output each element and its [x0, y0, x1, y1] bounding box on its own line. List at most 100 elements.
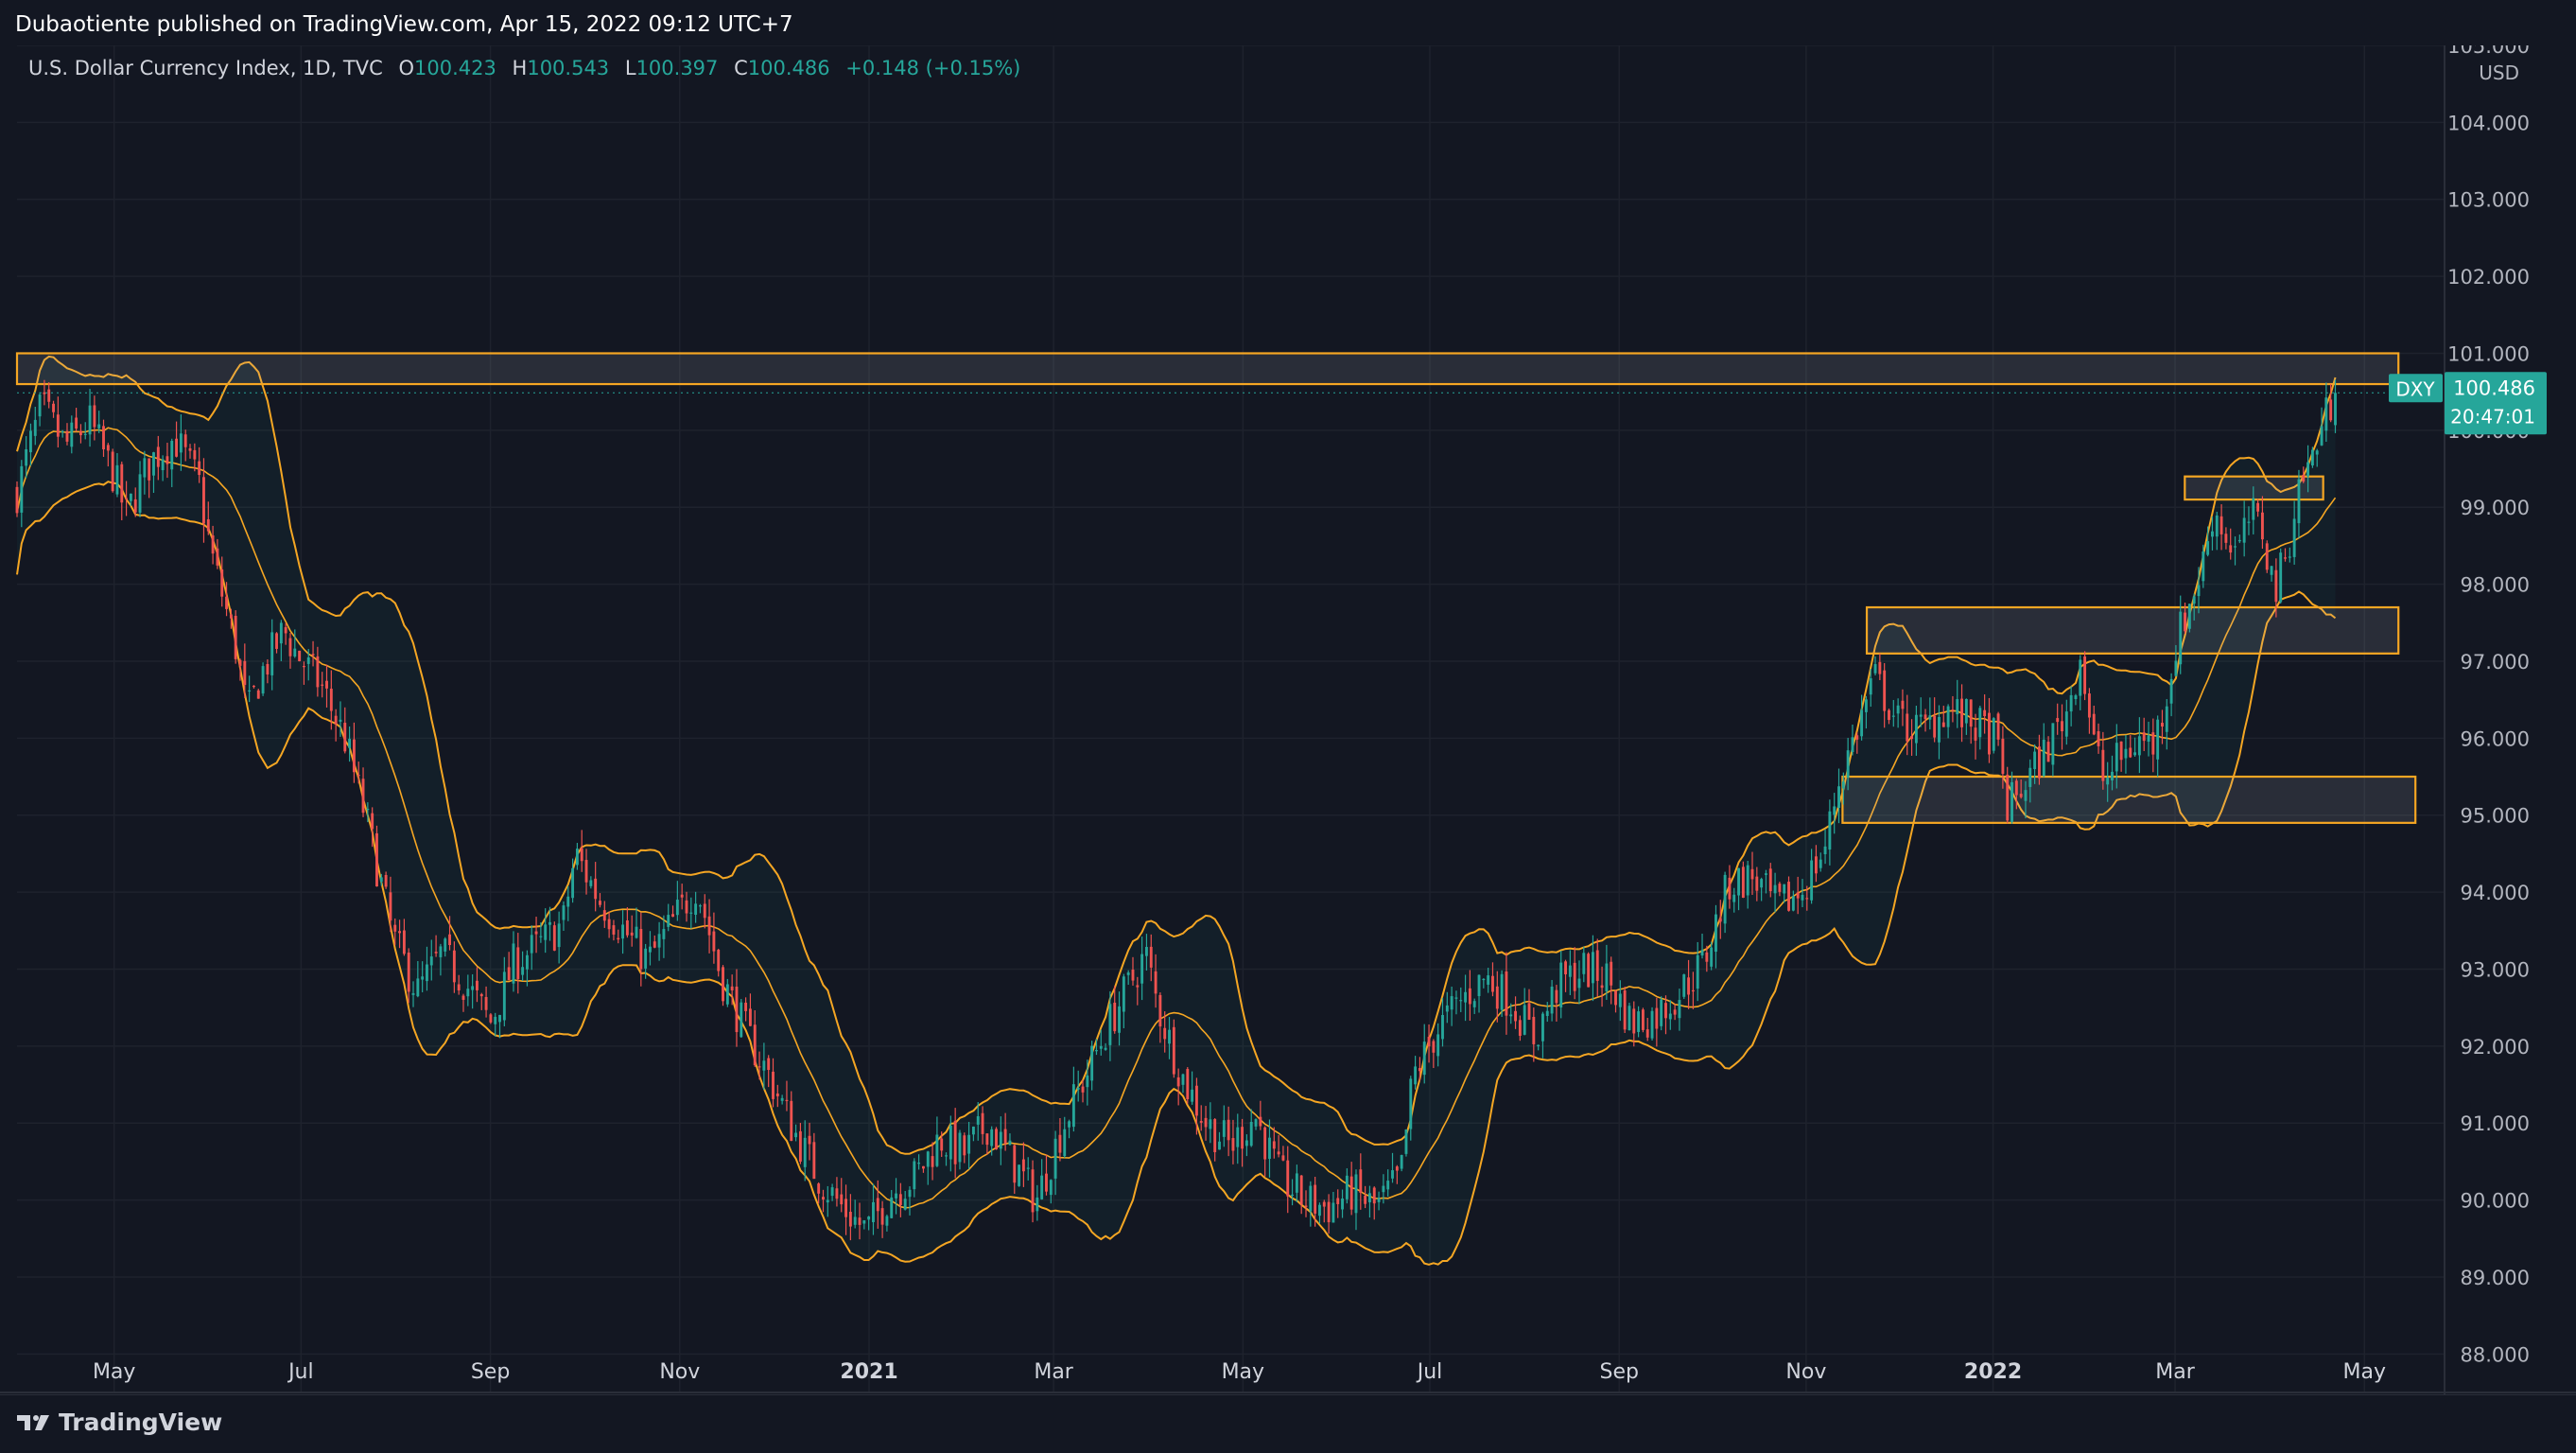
symbol-name: U.S. Dollar Currency Index, 1D, TVC [28, 57, 383, 79]
candle [1741, 861, 1745, 899]
low-value: 100.397 [635, 57, 719, 79]
candle [722, 965, 724, 1007]
price-tick-label: 88.000 [2461, 1343, 2530, 1366]
candle [261, 662, 265, 696]
price-tick-label: 96.000 [2461, 727, 2530, 750]
bar-countdown: 20:47:01 [2450, 405, 2535, 428]
candle [234, 610, 237, 664]
candle [1031, 1160, 1035, 1223]
candle [1299, 1175, 1303, 1215]
candle [740, 998, 743, 1039]
candle [111, 448, 114, 493]
candle [935, 1116, 939, 1167]
time-tick-label: Sep [1599, 1360, 1638, 1384]
candle [2310, 446, 2314, 468]
ticker-text: DXY [2395, 377, 2435, 400]
time-tick-label: Jul [287, 1360, 314, 1384]
close-label: C [734, 57, 748, 79]
currency-label: USD [2479, 61, 2519, 84]
candle [489, 1013, 493, 1024]
candle [1400, 1154, 1403, 1172]
footer-bar: TradingView [0, 1394, 2576, 1453]
change-value: +0.148 (+0.15%) [845, 57, 1021, 79]
price-zone[interactable] [15, 352, 2400, 386]
candle [1414, 1056, 1418, 1090]
candle [1071, 1066, 1075, 1132]
candle [2320, 407, 2324, 446]
time-tick-label: 2021 [840, 1360, 897, 1384]
candle [2006, 766, 2010, 824]
price-tick-label: 103.000 [2447, 189, 2530, 212]
price-tick-label: 93.000 [2461, 958, 2530, 981]
candle [1186, 1067, 1190, 1104]
price-tick-label: 92.000 [2461, 1036, 2530, 1059]
candle [375, 825, 378, 887]
candle [1851, 724, 1854, 756]
candle [1627, 1003, 1631, 1031]
candle [298, 650, 302, 662]
candle [1992, 717, 1995, 754]
open-value: 100.423 [414, 57, 496, 79]
price-tick-label: 95.000 [2461, 805, 2530, 828]
price-tick-label: 89.000 [2461, 1267, 2530, 1289]
price-tag-value: 100.486 [2453, 376, 2535, 399]
price-tick-label: 99.000 [2461, 497, 2530, 519]
publisher-text: Dubaotiente published on TradingView.com… [15, 12, 793, 37]
candle [1787, 876, 1790, 912]
time-tick-label: Nov [659, 1360, 700, 1384]
price-chart[interactable]: 88.000 89.000 90.000 91.000 92.000 93.000 94.0… [0, 0, 2576, 1453]
candle [1682, 973, 1686, 1000]
candle [2187, 604, 2191, 633]
price-tick-label: 94.000 [2461, 882, 2530, 904]
price-axis[interactable]: 88.000 89.000 90.000 91.000 92.000 93.000 94.0… [2444, 0, 2576, 1394]
low-label: L [624, 57, 636, 79]
time-tick-label: Mar [2155, 1360, 2195, 1384]
candle [995, 1127, 998, 1150]
time-tick-label: Nov [1785, 1360, 1826, 1384]
price-tick-label: 102.000 [2447, 266, 2530, 289]
time-tick-label: May [93, 1360, 135, 1384]
price-tick-label: 98.000 [2461, 574, 2530, 597]
candle [2302, 466, 2306, 483]
tradingview-logo[interactable]: TradingView [15, 1409, 222, 1436]
price-zone[interactable] [1841, 775, 2417, 824]
candle [1623, 986, 1627, 1034]
high-label: H [512, 57, 528, 79]
close-value: 100.486 [747, 57, 830, 79]
candle [552, 921, 556, 952]
time-tick-label: Sep [471, 1360, 510, 1384]
price-tick-label: 91.000 [2461, 1112, 2530, 1135]
candle [1422, 1024, 1426, 1084]
candle [1404, 1129, 1408, 1157]
brand-name: TradingView [59, 1409, 223, 1436]
candle [1172, 1019, 1175, 1078]
time-axis[interactable]: May Jul Sep Nov 2021 Mar May Jul Sep Nov 2022 Mar Ma… [0, 1360, 2576, 1393]
symbol-legend: U.S. Dollar Currency Index, 1D, TVC O100… [28, 57, 1020, 79]
price-tick-label: 97.000 [2461, 651, 2530, 674]
candle [1587, 952, 1591, 988]
high-value: 100.543 [527, 57, 610, 79]
candle [1500, 970, 1504, 1017]
candle [2083, 651, 2087, 701]
candle [1700, 933, 1704, 959]
time-tick-label: May [2343, 1360, 2386, 1384]
candle [2265, 540, 2269, 573]
candle [1650, 1007, 1654, 1041]
candle [1309, 1181, 1313, 1227]
candle [1660, 996, 1663, 1031]
candle [1018, 1164, 1021, 1187]
price-tick-label: 101.000 [2447, 342, 2530, 365]
price-zone[interactable] [1865, 605, 2400, 655]
publisher-header: Dubaotiente published on TradingView.com… [0, 0, 2576, 45]
time-tick-label: 2022 [1964, 1360, 2022, 1384]
candle [120, 461, 124, 521]
candle [2279, 548, 2283, 604]
time-tick-label: May [1222, 1360, 1264, 1384]
tradingview-logo-icon [17, 1414, 49, 1430]
open-label: O [398, 57, 414, 79]
time-tick-label: Mar [1034, 1360, 1073, 1384]
price-tick-label: 90.000 [2461, 1190, 2530, 1213]
candle [1641, 1007, 1645, 1033]
time-tick-label: Jul [1416, 1360, 1443, 1384]
price-tick-label: 104.000 [2447, 112, 2530, 134]
